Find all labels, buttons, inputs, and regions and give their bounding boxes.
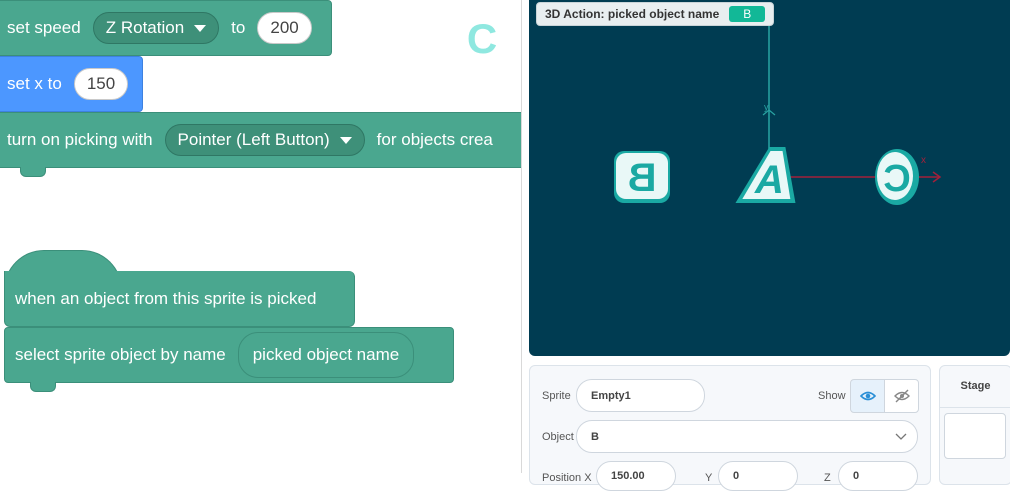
c-logo-icon: C — [466, 15, 498, 62]
show-label: Show — [818, 390, 846, 402]
code-area[interactable]: set speed Z Rotation to 200 set x to 150… — [0, 0, 521, 473]
object-c-letter: C — [883, 158, 910, 200]
object-b: B — [614, 151, 670, 203]
stage-panel-title: Stage — [960, 380, 991, 392]
position-z-input[interactable]: 0 — [838, 461, 918, 491]
sprite-label: Sprite — [542, 390, 571, 402]
picking-button-value: Pointer (Left Button) — [177, 130, 330, 149]
monitor-value: B — [729, 6, 766, 22]
picking-button-dropdown[interactable]: Pointer (Left Button) — [164, 124, 365, 156]
object-select[interactable]: B — [576, 420, 918, 453]
sprite-info-panel: Sprite Empty1 Show Object B Position X 1… — [529, 365, 931, 491]
turn-on-picking-label: turn on picking with — [7, 130, 153, 149]
rotation-axis-dropdown[interactable]: Z Rotation — [92, 12, 220, 44]
set-x-block[interactable]: set x to 150 — [0, 56, 143, 112]
hat-block-label: when an object from this sprite is picke… — [15, 288, 317, 308]
position-y-input[interactable]: 0 — [718, 461, 798, 491]
pane-divider[interactable] — [521, 0, 522, 473]
block-notch — [30, 382, 56, 392]
chevron-down-icon — [895, 433, 907, 440]
x-axis-label: x — [921, 155, 926, 166]
show-hidden-button[interactable] — [884, 379, 919, 413]
position-x-label: Position X — [542, 472, 592, 484]
variable-monitor[interactable]: 3D Action: picked object name B — [536, 2, 775, 26]
chevron-down-icon — [194, 24, 207, 32]
monitor-label: 3D Action: picked object name — [545, 7, 720, 21]
eye-icon — [859, 391, 876, 401]
chevron-down-icon — [339, 136, 352, 144]
object-b-letter: B — [628, 156, 657, 200]
picked-object-name-reporter[interactable]: picked object name — [237, 332, 415, 378]
set-speed-label: set speed — [7, 18, 81, 37]
divider — [940, 407, 1010, 408]
stage-canvas[interactable]: y x B A C — [529, 0, 1010, 356]
object-select-value: B — [591, 430, 599, 443]
object-label: Object — [542, 431, 574, 443]
x-value-input[interactable]: 150 — [73, 68, 129, 100]
stage-selector-panel[interactable]: Stage — [939, 365, 1010, 485]
for-objects-label: for objects crea — [376, 130, 493, 149]
when-picked-hat-block[interactable]: when an object from this sprite is picke… — [4, 271, 355, 327]
select-sprite-label: select sprite object by name — [15, 345, 226, 364]
object-c: C — [875, 149, 919, 205]
set-x-label: set x to — [7, 74, 62, 93]
stage-thumbnail[interactable] — [944, 413, 1006, 459]
select-sprite-object-block[interactable]: select sprite object by name picked obje… — [4, 327, 454, 383]
turn-on-picking-block[interactable]: turn on picking with Pointer (Left Butto… — [0, 112, 521, 168]
eye-slash-icon — [893, 389, 910, 403]
rotation-axis-value: Z Rotation — [105, 18, 185, 37]
set-speed-block[interactable]: set speed Z Rotation to 200 — [0, 0, 332, 56]
show-visible-button[interactable] — [850, 379, 885, 413]
position-z-label: Z — [824, 472, 831, 484]
block-notch — [20, 167, 46, 177]
object-a: A — [735, 147, 796, 203]
position-x-input[interactable]: 150.00 — [596, 461, 676, 491]
to-label: to — [231, 18, 246, 37]
position-y-label: Y — [705, 472, 713, 484]
scene-3d: y x B A C — [614, 10, 942, 205]
speed-value-input[interactable]: 200 — [257, 12, 312, 44]
sprite-name-input[interactable]: Empty1 — [576, 379, 705, 412]
